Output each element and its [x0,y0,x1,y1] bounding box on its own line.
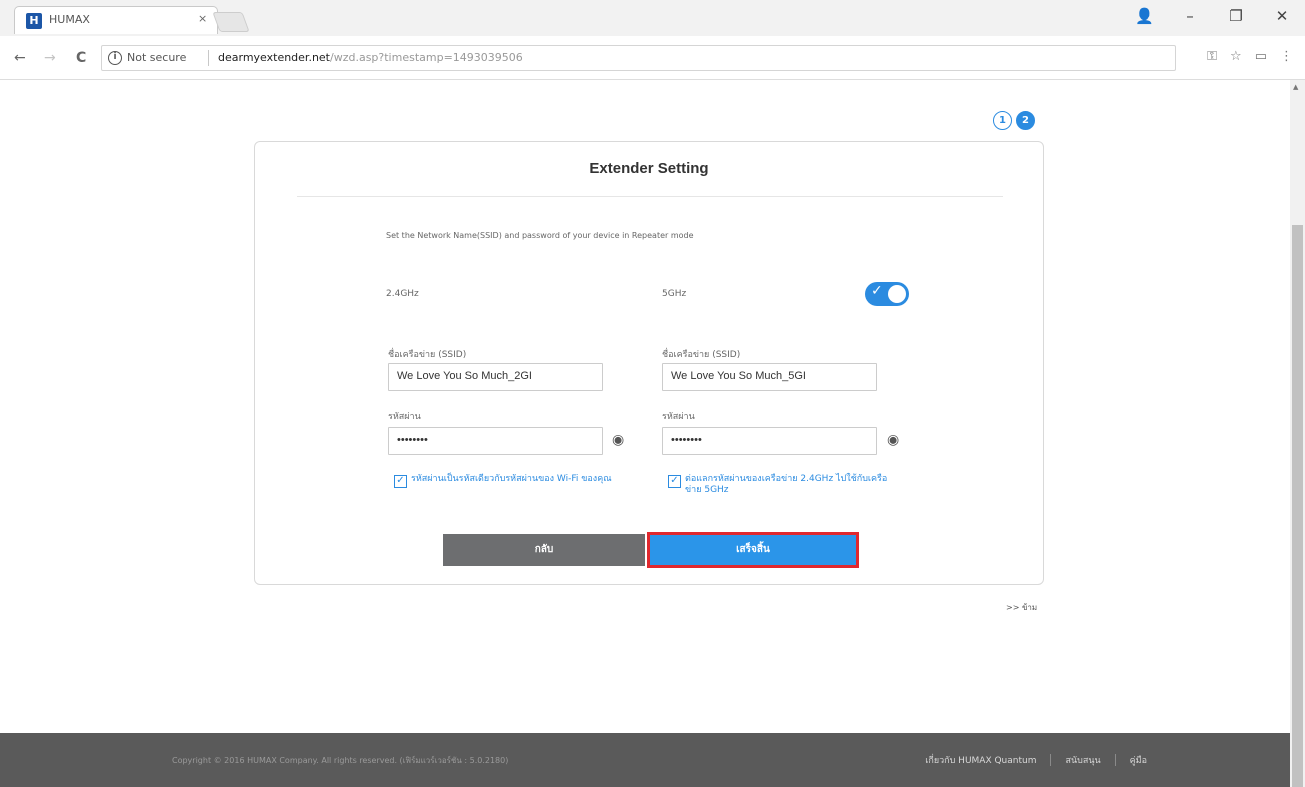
extender-setting-card: Extender Setting Set the Network Name(SS… [254,141,1044,585]
password-24-input[interactable]: •••••••• [388,427,603,455]
page-title: Extender Setting [589,160,709,177]
minimize-icon[interactable]: – [1181,7,1199,25]
footer-divider [1114,754,1116,766]
band-5ghz-toggle[interactable]: ✓ [865,282,909,306]
same-password-checkbox[interactable]: ✓ [394,475,407,488]
tab-close-icon[interactable]: × [198,12,207,25]
scroll-up-icon[interactable]: ▲ [1293,83,1298,91]
browser-tab[interactable]: H HUMAX × [14,6,218,34]
copy-settings-text: ต่อแลกรหัสผ่านของเครือข่าย 2.4GHz ไปใช้ก… [685,474,888,495]
footer: Copyright © 2016 HUMAX Company. All righ… [0,733,1290,787]
step-2-icon: 2 [1016,111,1035,130]
copy-settings-checkbox[interactable]: ✓ [668,475,681,488]
tab-title: HUMAX [49,13,90,26]
url-text[interactable]: dearmyextender.net/wzd.asp?timestamp=149… [218,51,523,64]
title-divider [297,196,1003,197]
password-5-input[interactable]: •••••••• [662,427,877,455]
browser-tab-bar: H HUMAX × 👤 – ❐ ✕ [0,0,1305,36]
window-controls: 👤 – ❐ ✕ [1135,7,1291,25]
description-text: Set the Network Name(SSID) and password … [386,231,694,240]
toggle-knob [888,285,906,303]
ssid-24-input[interactable]: We Love You So Much_2GI [388,363,603,391]
password-5-label: รหัสผ่าน [662,412,695,422]
step-1-icon: 1 [993,111,1012,130]
skip-link[interactable]: >> ข้าม [1006,601,1037,614]
toolbar-right-icons: ⚿ ☆ ▭ ⋮ [1207,49,1293,64]
url-host: dearmyextender.net [218,51,330,64]
info-icon[interactable]: i [108,51,122,65]
band-5ghz-label: 5GHz [662,289,687,299]
step-indicator: 1 2 [993,111,1035,130]
eye-icon[interactable]: ◉ [887,432,899,448]
cast-icon[interactable]: ▭ [1255,49,1267,64]
maximize-icon[interactable]: ❐ [1227,7,1245,25]
band-24ghz-label: 2.4GHz [386,289,419,299]
back-arrow-icon[interactable]: ← [14,50,26,66]
back-button[interactable]: กลับ [443,534,645,566]
browser-toolbar: ← → C i Not secure dearmyextender.net/wz… [0,36,1305,80]
page-scrollbar[interactable]: ▲ [1290,80,1305,787]
not-secure-label: Not secure [127,51,187,64]
menu-icon[interactable]: ⋮ [1280,49,1293,64]
profile-icon[interactable]: 👤 [1135,7,1154,25]
footer-link-manual[interactable]: คู่มือ [1130,753,1147,767]
close-window-icon[interactable]: ✕ [1273,7,1291,25]
new-tab-button[interactable] [212,12,250,32]
footer-link-about[interactable]: เกี่ยวกับ HUMAX Quantum [925,753,1036,767]
finish-button[interactable]: เสร็จสิ้น [647,532,859,568]
url-path: /wzd.asp?timestamp=1493039506 [330,51,523,64]
check-icon: ✓ [871,283,883,299]
same-password-text: รหัสผ่านเป็นรหัสเดียวกับรหัสผ่านของ Wi-F… [411,474,612,484]
copy-settings-checkbox-row[interactable]: ✓ ต่อแลกรหัสผ่านของเครือข่าย 2.4GHz ไปใช… [668,474,898,496]
address-bar[interactable]: i Not secure dearmyextender.net/wzd.asp?… [101,45,1176,71]
ssid-5-label: ชื่อเครือข่าย (SSID) [662,350,741,360]
password-24-label: รหัสผ่าน [388,412,421,422]
reload-icon[interactable]: C [76,50,86,66]
star-icon[interactable]: ☆ [1230,49,1242,64]
forward-arrow-icon[interactable]: → [44,50,56,66]
key-icon[interactable]: ⚿ [1207,49,1217,64]
humax-favicon-icon: H [26,13,42,29]
footer-link-support[interactable]: สนับสนุน [1065,753,1100,767]
same-password-checkbox-row[interactable]: ✓ รหัสผ่านเป็นรหัสเดียวกับรหัสผ่านของ Wi… [394,474,624,488]
finish-button-label: เสร็จสิ้น [650,535,856,565]
ssid-5-input[interactable]: We Love You So Much_5GI [662,363,877,391]
footer-links: เกี่ยวกับ HUMAX Quantum สนับสนุน คู่มือ [925,753,1147,767]
copyright-text: Copyright © 2016 HUMAX Company. All righ… [172,756,509,765]
ssid-24-label: ชื่อเครือข่าย (SSID) [388,350,467,360]
scroll-thumb[interactable] [1292,225,1303,787]
footer-divider [1050,754,1052,766]
eye-icon[interactable]: ◉ [612,432,624,448]
omnibox-divider [208,50,209,66]
